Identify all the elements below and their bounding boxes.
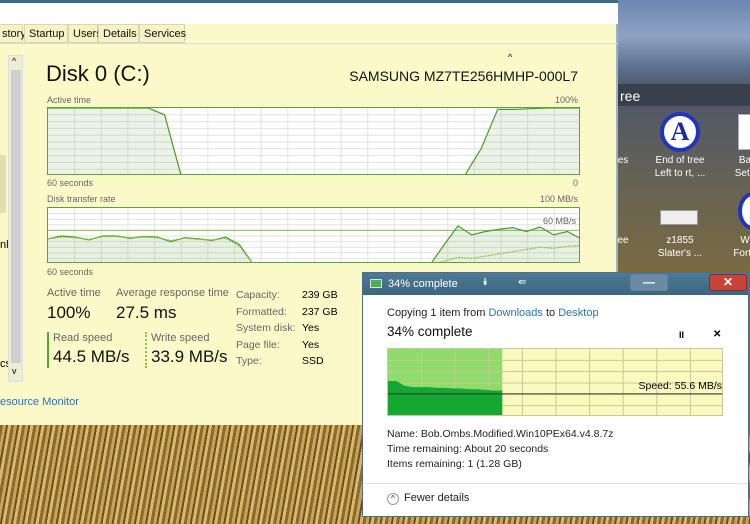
resource-monitor-link[interactable]: esource Monitor <box>0 396 79 408</box>
tab-divider <box>0 43 618 44</box>
dialog-title-bar: 34% complete ⯯ ⇚ — ✕ <box>363 273 748 295</box>
desktop-area: es A End of tree Left to rt, ... Ba Set e… <box>617 106 750 272</box>
items-remaining-row: Items remaining: 1 (1.28 GB) <box>387 458 522 470</box>
active-time-value: 100% <box>47 303 91 322</box>
source-link[interactable]: Downloads <box>488 307 542 319</box>
cancel-button[interactable]: ✕ <box>713 329 721 340</box>
property-row: Type: SSD <box>236 355 324 367</box>
read-indicator <box>47 332 49 368</box>
write-speed-label: Write speed <box>151 332 210 344</box>
copying-description: Copying 1 item from Downloads to Desktop <box>387 307 599 319</box>
disk-model: SAMSUNG MZ7TE256HMHP-000L7 <box>349 68 578 84</box>
avg-response-value: 27.5 ms <box>116 303 177 322</box>
tab-services[interactable]: Services <box>139 24 186 43</box>
tab-app-history[interactable]: story <box>0 24 26 43</box>
scroll-up-icon[interactable]: ^ <box>12 56 16 66</box>
icon-label: es <box>617 155 629 166</box>
desktop-icon[interactable]: End of tree Left to rt, ... <box>645 154 715 180</box>
minimize-button[interactable]: — <box>630 274 668 291</box>
font-a-icon[interactable]: A <box>660 112 700 152</box>
tile-group-title: ree <box>618 84 750 106</box>
property-row: Capacity: 239 GB <box>236 289 338 301</box>
progress-heading: 34% complete <box>387 324 473 339</box>
transfer-rate-duration: 60 seconds <box>47 267 94 277</box>
transfer-rate-max: 100 MB/s <box>539 194 578 204</box>
divider <box>363 483 748 484</box>
property-row: System disk: Yes <box>236 322 320 334</box>
active-time-label: Active time <box>47 95 92 105</box>
sidebar-scrollbar[interactable]: ^ v <box>8 55 23 382</box>
chevron-up-icon: ^ <box>387 493 399 505</box>
page-title: Disk 0 (C:) <box>46 61 150 86</box>
active-time-duration: 60 seconds <box>47 178 94 188</box>
copy-details: Name: Bob.Ombs.Modified.Win10PEx64.v4.8.… <box>387 427 613 472</box>
speed-label: Speed: 55.6 MB/s <box>638 380 722 392</box>
pause-button[interactable]: II <box>679 330 684 340</box>
transfer-rate-graph <box>47 207 580 263</box>
title-bar <box>0 0 618 24</box>
scroll-thumb[interactable] <box>11 70 21 363</box>
desktop-icon[interactable]: z1855 Slater's ... <box>645 234 715 260</box>
tab-startup[interactable]: Startup <box>24 24 68 43</box>
close-button[interactable]: ✕ <box>709 274 747 291</box>
transfer-rate-label: Disk transfer rate <box>47 194 116 204</box>
file-name-row: Name: Bob.Ombs.Modified.Win10PEx64.v4.8.… <box>387 428 614 440</box>
scroll-down-icon[interactable]: v <box>12 366 17 376</box>
calendar-icon[interactable] <box>738 114 750 150</box>
font-a-icon[interactable] <box>738 192 750 230</box>
copy-icon <box>370 279 382 288</box>
dialog-title: 34% complete <box>388 278 458 290</box>
active-time-graph <box>47 107 580 175</box>
avg-response-label: Average response time <box>116 287 229 299</box>
collapse-icon[interactable]: ⯯ <box>482 277 488 288</box>
time-remaining-row: Time remaining: About 20 seconds <box>387 443 549 455</box>
desktop-icon[interactable]: W Forte <box>710 234 750 260</box>
sidebar-selected-item[interactable] <box>0 155 6 213</box>
scroll-up-icon[interactable]: ^ <box>508 52 512 62</box>
desktop-sky <box>618 0 750 90</box>
active-time-stat-label: Active time <box>47 287 101 299</box>
tab-users[interactable]: Users <box>68 24 102 43</box>
write-speed-value: 33.9 MB/s <box>151 347 228 366</box>
property-row: Page file: Yes <box>236 338 320 351</box>
document-thumbnail-icon[interactable] <box>660 210 698 225</box>
destination-link[interactable]: Desktop <box>558 307 598 319</box>
read-speed-label: Read speed <box>53 332 113 344</box>
fewer-details-button[interactable]: ^ Fewer details <box>387 492 469 505</box>
desktop-icon[interactable]: Ba Sete <box>710 154 750 180</box>
active-time-max: 100% <box>554 95 578 105</box>
property-row: Formatted: 237 GB <box>236 305 338 318</box>
pin-icon[interactable]: ⇚ <box>518 277 526 288</box>
transfer-rate-mid: 60 MB/s <box>542 216 576 226</box>
tab-details[interactable]: Details <box>98 24 139 43</box>
active-time-min: 0 <box>572 178 578 188</box>
copy-progress-dialog: 34% complete ⯯ ⇚ — ✕ Copying 1 item from… <box>362 272 749 517</box>
write-indicator <box>145 332 147 368</box>
disk-properties: Capacity: 239 GB Formatted: 237 GB System … <box>236 287 338 370</box>
read-speed-value: 44.5 MB/s <box>53 347 130 366</box>
